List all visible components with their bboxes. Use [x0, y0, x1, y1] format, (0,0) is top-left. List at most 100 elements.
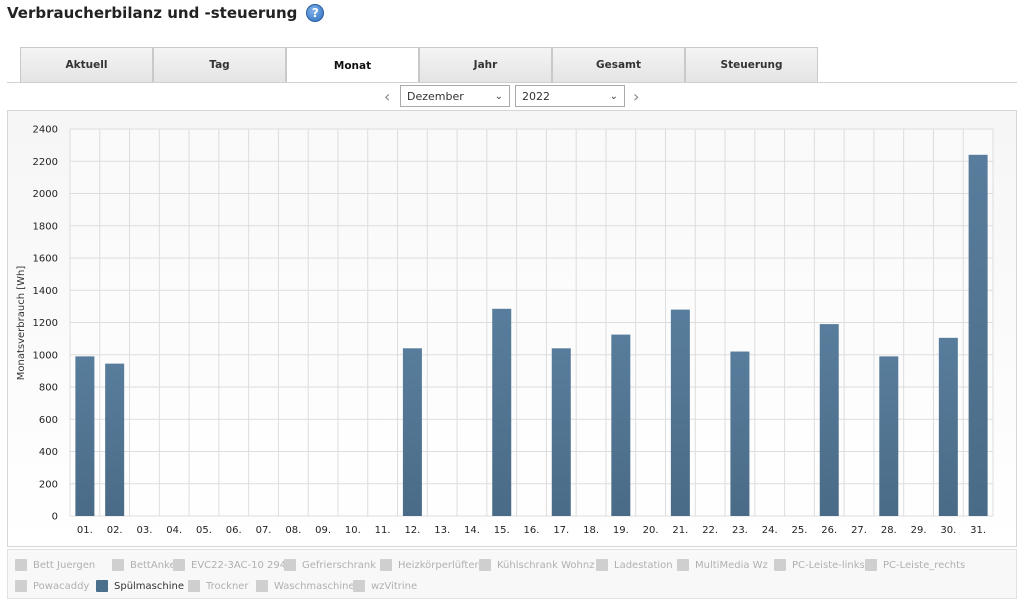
- y-tick-label: 0: [52, 512, 58, 523]
- x-tick-label: 01.: [77, 525, 93, 536]
- legend-swatch: [596, 559, 608, 571]
- x-tick-label: 13.: [434, 525, 450, 536]
- tab-steuerung[interactable]: Steuerung: [685, 47, 818, 82]
- legend-swatch: [188, 580, 200, 592]
- legend-label: PC-Leiste-links: [792, 559, 865, 571]
- chart-panel: 0 200 400 600 800 1000 1200 1400 1600 1800 2000 220…: [7, 110, 1017, 547]
- legend-swatch: [15, 580, 27, 592]
- chart-grid: [69, 128, 994, 517]
- legend-item[interactable]: PC-Leiste_rechts: [865, 559, 965, 571]
- y-tick-label: 600: [39, 415, 58, 426]
- legend-item[interactable]: Bett Juergen: [15, 559, 95, 571]
- bar-day-30[interactable]: [938, 337, 958, 516]
- y-tick-label: 400: [39, 447, 58, 458]
- tab-tag[interactable]: Tag: [153, 47, 286, 82]
- legend-label: PC-Leiste_rechts: [883, 559, 966, 571]
- y-tick-label: 1200: [33, 318, 58, 329]
- legend-item[interactable]: Powacaddy: [15, 580, 89, 592]
- x-tick-label: 29.: [911, 525, 927, 536]
- legend-label: Powacaddy: [33, 580, 90, 592]
- legend-item[interactable]: Heizkörperlüfter: [380, 559, 479, 571]
- x-tick-label: 04.: [166, 525, 182, 536]
- year-select[interactable]: 2022 ⌄: [515, 85, 625, 107]
- y-tick-label: 800: [39, 383, 58, 394]
- bar-day-15[interactable]: [492, 308, 512, 516]
- legend-swatch: [15, 559, 27, 571]
- period-selector: ‹ Dezember ⌄ 2022 ⌄ ›: [0, 85, 1024, 107]
- chevron-down-icon: ⌄: [609, 90, 618, 102]
- page-title: Verbraucherbilanz und -steuerung ?: [7, 4, 325, 22]
- x-tick-label: 09.: [315, 525, 331, 536]
- y-tick-label: 2000: [33, 189, 58, 200]
- page-title-text: Verbraucherbilanz und -steuerung: [7, 4, 298, 22]
- x-tick-label: 12.: [404, 525, 420, 536]
- month-select[interactable]: Dezember ⌄: [400, 85, 510, 107]
- legend-label: BettAnke: [130, 559, 176, 571]
- x-tick-label: 26.: [821, 525, 837, 536]
- legend-item[interactable]: BettAnke: [112, 559, 176, 571]
- tab-jahr[interactable]: Jahr: [419, 47, 552, 82]
- legend-swatch: [380, 559, 392, 571]
- legend-item[interactable]: Kühlschrank Wohnz: [479, 559, 594, 571]
- legend-swatch: [96, 580, 108, 592]
- tab-bar: Aktuell Tag Monat Jahr Gesamt Steuerung: [20, 47, 818, 83]
- x-tick-label: 28.: [881, 525, 897, 536]
- x-tick-label: 10.: [345, 525, 361, 536]
- legend-swatch: [677, 559, 689, 571]
- x-tick-label: 11.: [375, 525, 391, 536]
- month-select-value: Dezember: [407, 89, 464, 103]
- bar-day-01[interactable]: [75, 356, 95, 516]
- legend-item[interactable]: Spülmaschine: [96, 580, 184, 592]
- legend-item[interactable]: wzVitrine: [353, 580, 417, 592]
- x-tick-label: 23.: [732, 525, 748, 536]
- legend-label: Heizkörperlüfter: [398, 559, 479, 571]
- bar-day-12[interactable]: [402, 348, 422, 516]
- legend-item[interactable]: PC-Leiste-links: [774, 559, 865, 571]
- x-axis: 01. 02. 03. 04. 05. 06. 07. 08. 09. 10. 11. 12. 13. 1…: [77, 525, 986, 536]
- x-tick-label: 03.: [136, 525, 152, 536]
- bar-day-21[interactable]: [670, 309, 690, 516]
- bar-day-28[interactable]: [879, 356, 899, 516]
- x-tick-label: 19.: [613, 525, 629, 536]
- legend-item[interactable]: Trockner: [188, 580, 249, 592]
- bar-day-31[interactable]: [968, 154, 988, 517]
- tab-monat[interactable]: Monat: [286, 47, 419, 83]
- legend-swatch: [173, 559, 185, 571]
- x-tick-label: 30.: [940, 525, 956, 536]
- help-icon[interactable]: ?: [306, 4, 325, 22]
- legend-label: wzVitrine: [371, 580, 418, 592]
- legend-item[interactable]: Waschmaschine: [256, 580, 355, 592]
- y-axis-label: Monatsverbrauch [Wh]: [16, 266, 27, 381]
- bar-day-19[interactable]: [611, 334, 631, 516]
- legend-item[interactable]: Gefrierschrank: [284, 559, 376, 571]
- x-tick-label: 02.: [107, 525, 123, 536]
- legend-label: Waschmaschine: [274, 580, 355, 592]
- legend-swatch: [112, 559, 124, 571]
- legend-swatch: [284, 559, 296, 571]
- consumption-bar-chart: 0 200 400 600 800 1000 1200 1400 1600 1800 2000 220…: [16, 125, 994, 536]
- bar-day-02[interactable]: [105, 363, 125, 516]
- bar-day-23[interactable]: [730, 351, 750, 516]
- x-tick-label: 21.: [672, 525, 688, 536]
- chart-legend: Bett Juergen BettAnke EVC22-3AC-10 294 Gefr…: [7, 549, 1017, 599]
- legend-item[interactable]: Ladestation: [596, 559, 673, 571]
- legend-label: EVC22-3AC-10 294: [191, 559, 287, 571]
- tab-aktuell[interactable]: Aktuell: [20, 47, 153, 82]
- x-tick-label: 07.: [256, 525, 272, 536]
- next-period-chevron-right-icon[interactable]: ›: [633, 87, 639, 106]
- tab-divider: [7, 82, 1017, 83]
- legend-item[interactable]: EVC22-3AC-10 294: [173, 559, 286, 571]
- tab-gesamt[interactable]: Gesamt: [552, 47, 685, 82]
- y-tick-label: 1400: [33, 286, 58, 297]
- legend-swatch: [865, 559, 877, 571]
- x-tick-label: 24.: [762, 525, 778, 536]
- prev-period-chevron-left-icon[interactable]: ‹: [384, 87, 390, 106]
- x-tick-label: 20.: [643, 525, 659, 536]
- legend-swatch: [479, 559, 491, 571]
- bar-day-26[interactable]: [819, 324, 839, 516]
- legend-item[interactable]: MultiMedia Wz: [677, 559, 768, 571]
- bar-day-17[interactable]: [551, 348, 571, 516]
- legend-swatch: [353, 580, 365, 592]
- x-tick-label: 27.: [851, 525, 867, 536]
- x-tick-label: 22.: [702, 525, 718, 536]
